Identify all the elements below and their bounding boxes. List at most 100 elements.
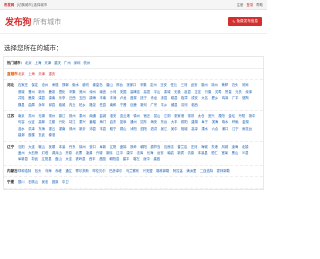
city-link[interactable]: 建昌 (153, 157, 160, 161)
city-link[interactable]: 浦口 (222, 127, 229, 131)
city-link[interactable]: 昆山 (154, 114, 161, 118)
hot-city-link[interactable]: 杭州 (83, 61, 90, 65)
city-link[interactable]: 句容 (18, 120, 25, 124)
city-link[interactable]: 玄武 (38, 133, 45, 137)
city-link[interactable]: 永年 (38, 103, 45, 107)
city-link[interactable]: 藁城 (18, 90, 25, 94)
city-link[interactable]: 霍林郭勒 (217, 169, 230, 173)
city-link[interactable]: 滦南 (49, 96, 56, 100)
city-link[interactable]: 栾城 (164, 90, 171, 94)
city-link[interactable]: 建平 (123, 157, 130, 161)
city-link[interactable]: 抚宁 (140, 96, 147, 100)
city-link[interactable]: 临西 (191, 103, 198, 107)
city-link[interactable]: 台安 (157, 151, 164, 155)
city-link[interactable]: 金湖 (242, 120, 249, 124)
city-link[interactable]: 常州 (49, 114, 56, 118)
help-link[interactable]: 帮助 (256, 2, 263, 7)
city-link[interactable]: 康平 (126, 151, 133, 155)
city-link[interactable]: 海门 (100, 120, 107, 124)
city-link[interactable]: 柏乡 (79, 103, 86, 107)
city-link[interactable]: 吴中 (171, 127, 178, 131)
city-link[interactable]: 泰州 (79, 114, 86, 118)
city-link[interactable]: 天津 (38, 72, 45, 76)
city-link[interactable]: 定州 (150, 83, 157, 87)
city-link[interactable]: 清原 (188, 151, 195, 155)
city-link[interactable]: 赤峰 (55, 169, 62, 173)
city-link[interactable]: 普兰店 (177, 145, 187, 149)
city-link[interactable]: 平乡 (161, 103, 168, 107)
city-link[interactable]: 通州 (130, 120, 137, 124)
city-link[interactable]: 行唐 (205, 90, 212, 94)
city-link[interactable]: 威县 (171, 103, 178, 107)
city-link[interactable]: 吴江 (161, 127, 168, 131)
city-link[interactable]: 中卫 (62, 180, 69, 184)
city-link[interactable]: 宽甸 (221, 151, 228, 155)
city-link[interactable]: 泗阳 (140, 127, 147, 131)
city-link[interactable]: 岫岩 (167, 151, 174, 155)
city-link[interactable]: 新沂 (79, 127, 86, 131)
city-link[interactable]: 大洼 (65, 157, 72, 161)
city-link[interactable]: 馆陶 (242, 96, 249, 100)
city-link[interactable]: 盘山 (55, 157, 62, 161)
city-link[interactable]: 邯郸 (62, 83, 69, 87)
city-link[interactable]: 昌黎 (130, 96, 137, 100)
city-link[interactable]: 东港 (211, 145, 218, 149)
city-link[interactable]: 涿州 (211, 83, 218, 87)
city-link[interactable]: 锡林郭勒 (156, 169, 169, 173)
city-link[interactable]: 临漳 (181, 96, 188, 100)
city-link[interactable]: 开原 (65, 151, 72, 155)
city-link[interactable]: 秦皇岛 (93, 83, 103, 87)
city-link[interactable]: 北票 (76, 151, 83, 155)
hot-city-link[interactable]: 广州 (64, 61, 71, 65)
city-link[interactable]: 北镇 (242, 145, 249, 149)
city-link[interactable]: 响水 (222, 120, 229, 124)
city-link[interactable]: 营口 (89, 145, 96, 149)
city-link[interactable]: 迁安 (160, 83, 167, 87)
city-link[interactable]: 任县 (100, 103, 107, 107)
city-link[interactable]: 徐州 (133, 114, 140, 118)
city-link[interactable]: 泊头 (232, 83, 239, 87)
switch-city-link[interactable]: [切换城市] 选择城市 (17, 2, 47, 7)
city-link[interactable]: 呼伦贝尔 (92, 169, 105, 173)
city-link[interactable]: 如东 (140, 120, 147, 124)
city-link[interactable]: 石嘴山 (28, 180, 38, 184)
city-link[interactable]: 铁岭县 (76, 157, 86, 161)
city-link[interactable]: 六合 (212, 127, 219, 131)
city-link[interactable]: 涟水 (18, 127, 25, 131)
city-link[interactable]: 赵县 (184, 90, 191, 94)
city-link[interactable]: 桓仁 (211, 151, 218, 155)
city-link[interactable]: 泰兴 (79, 120, 86, 124)
city-link[interactable]: 玉田 (79, 96, 86, 100)
city-link[interactable]: 包头 (35, 169, 42, 173)
city-link[interactable]: 广宗 (150, 103, 157, 107)
city-link[interactable]: 北京 (18, 72, 25, 76)
hot-city-link[interactable]: 重庆 (54, 61, 61, 65)
city-link[interactable]: 靖江 (69, 120, 76, 124)
city-link[interactable]: 建湖 (191, 120, 198, 124)
city-link[interactable]: 阜新县 (18, 157, 28, 161)
city-link[interactable]: 内丘 (69, 103, 76, 107)
hot-city-link[interactable]: 天津 (44, 61, 51, 65)
city-link[interactable]: 宁晋 (120, 103, 127, 107)
city-link[interactable]: 辛集 (140, 83, 147, 87)
city-link[interactable]: 本溪县 (198, 151, 208, 155)
city-link[interactable]: 东台 (161, 120, 168, 124)
city-link[interactable]: 吴忠 (42, 180, 49, 184)
city-link[interactable]: 镇江 (59, 114, 66, 118)
city-link[interactable]: 沛县 (89, 127, 96, 131)
city-link[interactable]: 肥乡 (212, 96, 219, 100)
city-link[interactable]: 射阳 (181, 120, 188, 124)
city-link[interactable]: 西丰 (89, 157, 96, 161)
city-link[interactable]: 深泽 (245, 90, 252, 94)
city-link[interactable]: 沧州 (42, 83, 49, 87)
city-link[interactable]: 无锡 (38, 114, 45, 118)
city-link[interactable]: 阿拉善 (173, 169, 183, 173)
city-link[interactable]: 连云港 (120, 114, 130, 118)
city-link[interactable]: 深州 (89, 90, 96, 94)
city-link[interactable]: 调兵山 (52, 151, 62, 155)
city-link[interactable]: 廊坊 (82, 83, 89, 87)
city-link[interactable]: 朝阳县 (109, 157, 119, 161)
city-link[interactable]: 盐城 (100, 114, 107, 118)
city-link[interactable]: 江都 (49, 120, 56, 124)
city-link[interactable]: 彰武 (31, 157, 38, 161)
